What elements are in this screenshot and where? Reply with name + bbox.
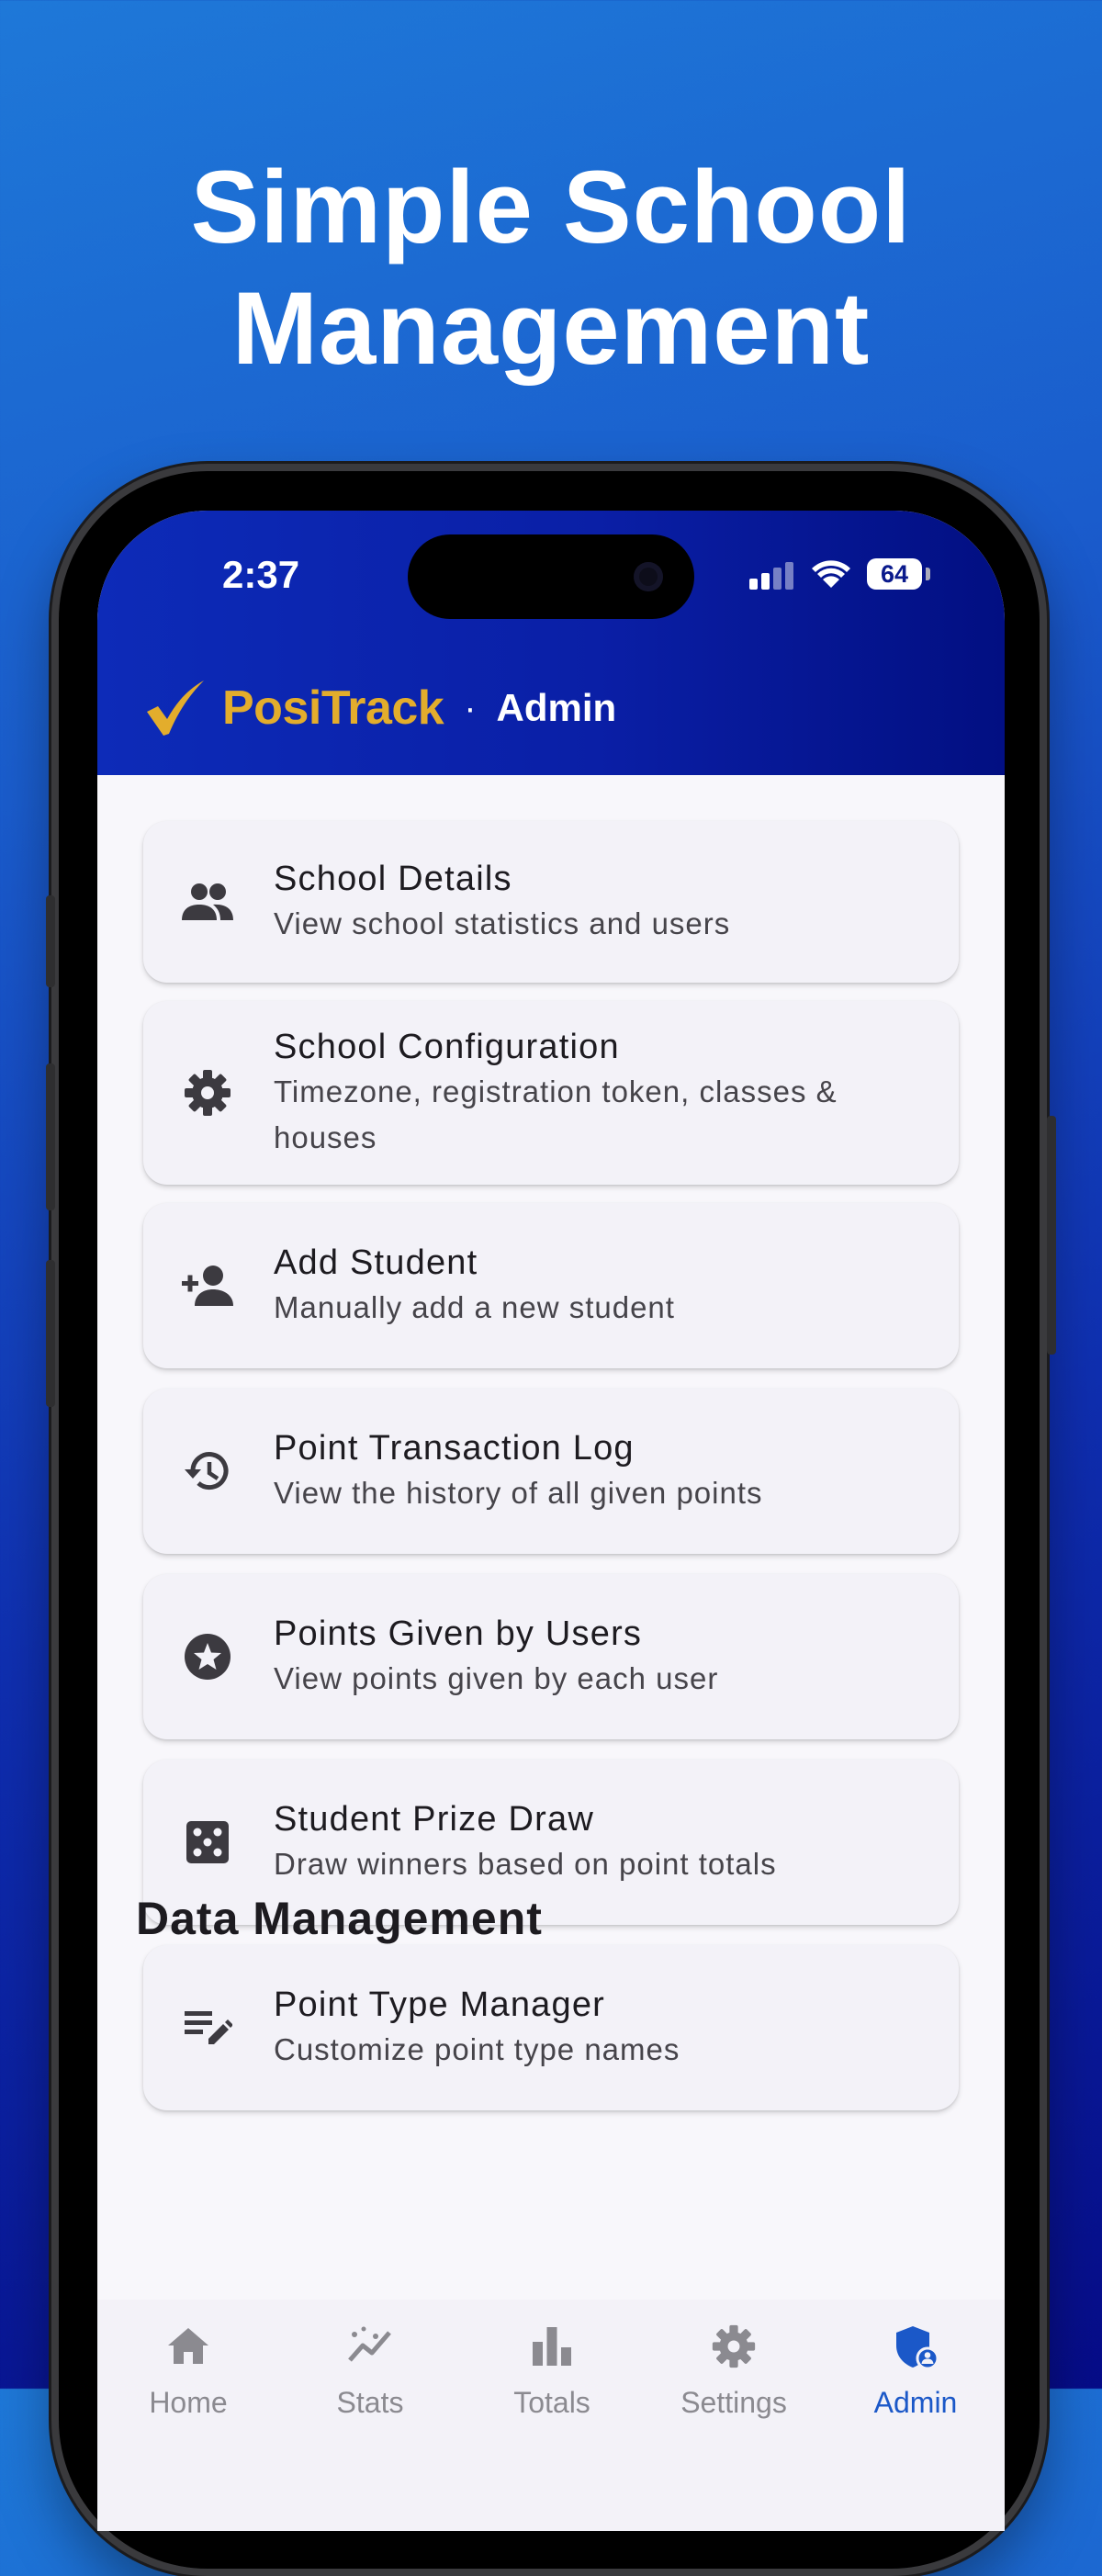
item-title: Point Transaction Log (274, 1429, 635, 1468)
item-subtitle-continued: houses (274, 1120, 377, 1154)
gear-icon (180, 1065, 235, 1120)
admin-shield-icon (896, 2326, 939, 2369)
phone-action-button (46, 895, 55, 987)
wifi-icon (812, 560, 850, 588)
nav-stats[interactable]: Stats (279, 2300, 461, 2419)
nav-label: Admin (873, 2386, 958, 2419)
battery-tip (926, 568, 930, 580)
item-title: School Details (274, 860, 512, 898)
edit-list-icon (180, 2000, 235, 2055)
status-time: 2:37 (222, 553, 300, 596)
cellular-signal-icon (749, 562, 797, 590)
admin-item-points-given-by-users[interactable]: Points Given by Users View points given … (143, 1574, 959, 1739)
title-separator: · (464, 687, 477, 728)
battery-indicator: 64 (867, 558, 922, 590)
item-subtitle: View points given by each user (274, 1661, 719, 1695)
brand-name: PosiTrack (222, 681, 444, 735)
section-title: Admin (496, 686, 617, 729)
bottom-navigation: Home Stats Totals Settings Admin (97, 2300, 1005, 2531)
item-title: Point Type Manager (274, 1985, 606, 2024)
item-subtitle: Customize point type names (274, 2032, 680, 2066)
dice-icon (180, 1815, 235, 1870)
phone-volume-down-button (46, 1260, 55, 1407)
settings-icon (712, 2324, 756, 2368)
nav-home[interactable]: Home (97, 2300, 279, 2419)
item-title: Student Prize Draw (274, 1800, 594, 1839)
item-title: Add Student (274, 1243, 478, 1282)
bar-chart-icon (533, 2327, 571, 2366)
item-title: School Configuration (274, 1028, 620, 1066)
app-header: 2:37 64 PosiTrack · Admin (97, 511, 1005, 775)
phone-power-button (1047, 1116, 1056, 1355)
admin-item-school-details[interactable]: School Details View school statistics an… (143, 821, 959, 983)
item-title: Points Given by Users (274, 1614, 643, 1653)
dynamic-island (408, 534, 694, 619)
nav-settings[interactable]: Settings (643, 2300, 825, 2419)
history-icon (180, 1444, 235, 1499)
admin-item-point-transaction-log[interactable]: Point Transaction Log View the history o… (143, 1389, 959, 1554)
data-management-heading: Data Management (136, 1893, 543, 1944)
nav-label: Stats (336, 2386, 404, 2419)
headline-line-2: Management (231, 271, 871, 386)
app-bar-title: PosiTrack · Admin (143, 676, 616, 740)
person-add-icon (180, 1258, 235, 1313)
nav-label: Home (149, 2386, 228, 2419)
checkmark-logo-icon (147, 681, 204, 736)
item-subtitle: Draw winners based on point totals (274, 1847, 777, 1881)
home-icon (168, 2328, 208, 2364)
item-subtitle: View school statistics and users (274, 906, 731, 940)
nav-label: Totals (513, 2386, 590, 2419)
headline-line-1: Simple School (190, 150, 912, 264)
camera-icon (634, 562, 663, 591)
admin-item-point-type-manager[interactable]: Point Type Manager Customize point type … (143, 1945, 959, 2110)
nav-admin[interactable]: Admin (825, 2300, 1005, 2419)
marketing-headline: Simple School Management (0, 147, 1102, 389)
admin-item-school-configuration[interactable]: School Configuration Timezone, registrat… (143, 1001, 959, 1185)
group-icon (180, 874, 235, 929)
admin-item-add-student[interactable]: Add Student Manually add a new student (143, 1203, 959, 1368)
nav-totals[interactable]: Totals (461, 2300, 643, 2419)
phone-screen: 2:37 64 PosiTrack · Admin School Details… (97, 511, 1005, 2531)
item-subtitle: Timezone, registration token, classes & (274, 1074, 838, 1108)
stats-icon (348, 2326, 391, 2362)
star-circle-icon (180, 1629, 235, 1684)
item-subtitle: Manually add a new student (274, 1290, 675, 1324)
phone-volume-up-button (46, 1063, 55, 1210)
item-subtitle: View the history of all given points (274, 1476, 763, 1510)
nav-label: Settings (680, 2386, 787, 2419)
